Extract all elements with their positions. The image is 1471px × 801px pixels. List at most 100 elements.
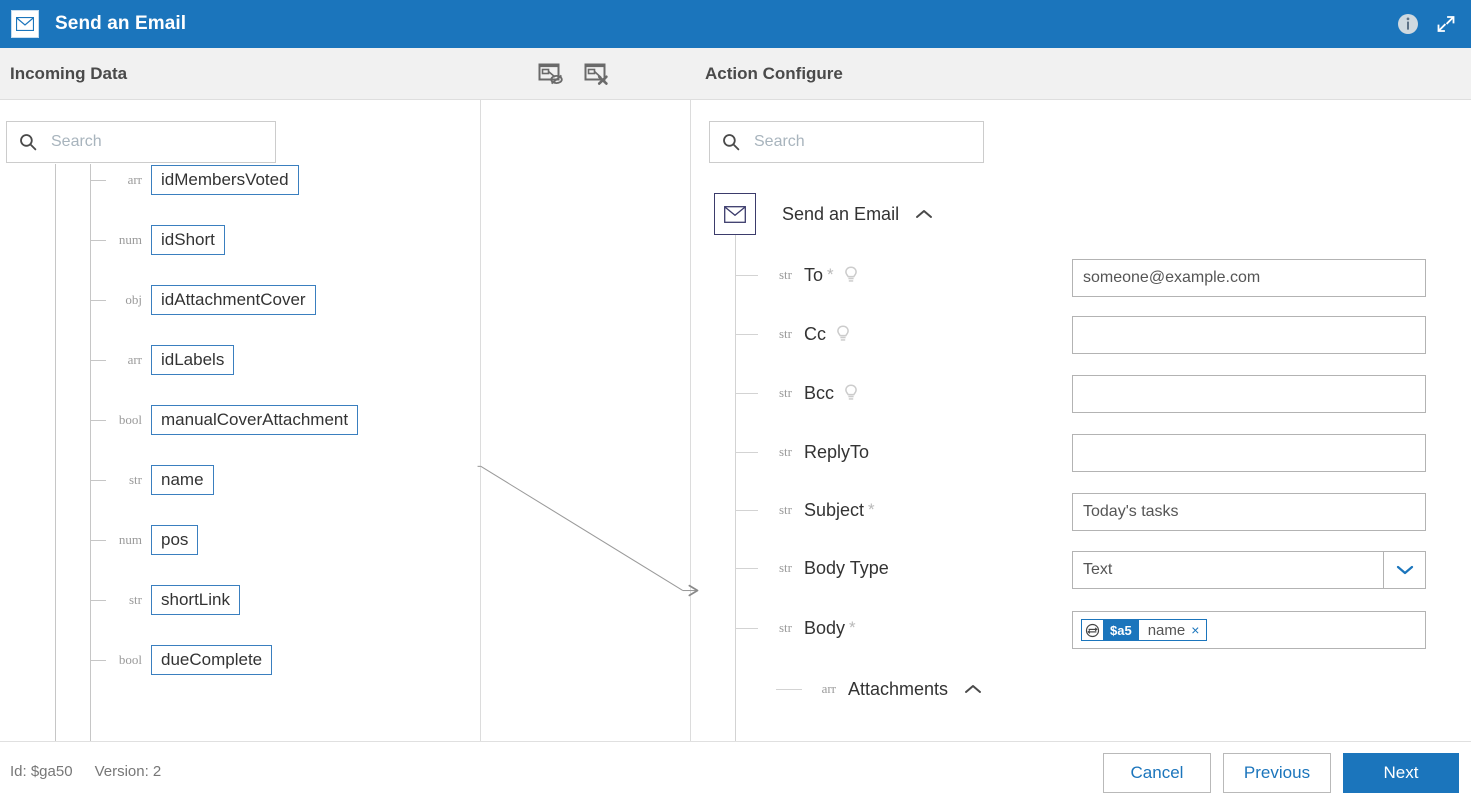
tree-item-label[interactable]: pos [151, 524, 199, 556]
tree-connector [736, 451, 758, 453]
field-row-attachments[interactable]: arr Attachments [776, 669, 982, 709]
incoming-search-input[interactable] [49, 132, 275, 152]
cc-input[interactable] [1072, 316, 1426, 354]
tree-connector [736, 627, 758, 629]
expand-icon[interactable] [1433, 11, 1459, 37]
to-input[interactable] [1072, 259, 1426, 297]
required-marker: * [827, 265, 834, 284]
field-label: To [804, 264, 824, 285]
tree-item-label[interactable]: idMembersVoted [151, 164, 299, 196]
tree-item-shortLink[interactable]: str shortLink [90, 580, 240, 620]
body-type-selected-value: Text [1083, 561, 1113, 578]
hide-mappings-icon[interactable] [536, 59, 566, 89]
envelope-icon [714, 193, 756, 235]
field-label: Attachments [848, 678, 949, 699]
tree-connector [736, 509, 758, 511]
tree-item-type: str [129, 472, 142, 487]
tree-item-label[interactable]: name [151, 464, 214, 496]
mapping-body: arr idMembersVoted num idShort obj idAtt… [0, 100, 1471, 741]
required-marker: * [868, 500, 875, 519]
info-icon[interactable] [1395, 11, 1421, 37]
envelope-icon [11, 10, 39, 38]
tree-item-dueComplete[interactable]: bool dueComplete [90, 640, 273, 680]
incoming-search-box[interactable] [6, 121, 276, 163]
field-type: str [779, 502, 792, 517]
field-row-replyto[interactable]: str ReplyTo [736, 432, 869, 472]
sync-icon [1082, 623, 1103, 638]
delete-mappings-icon[interactable] [582, 59, 612, 89]
tree-item-name[interactable]: str name [90, 460, 214, 500]
field-row-body-type[interactable]: str Body Type [736, 548, 889, 588]
window-titlebar: Send an Email [0, 0, 1471, 48]
flow-id-label: Id: $ga50 [10, 763, 73, 780]
required-marker: * [849, 618, 856, 637]
bcc-input[interactable] [1072, 375, 1426, 413]
tree-connector [736, 333, 758, 335]
tree-connector [736, 567, 758, 569]
tree-connector [90, 239, 106, 241]
field-label: Body Type [804, 557, 889, 578]
footer-metadata: Id: $ga50 Version: 2 [10, 742, 161, 801]
previous-button[interactable]: Previous [1223, 753, 1331, 793]
mapping-connector-canvas [477, 465, 699, 597]
replyto-input[interactable] [1072, 434, 1426, 472]
field-row-to[interactable]: str To * [736, 255, 858, 295]
field-type: str [779, 620, 792, 635]
tree-connector [736, 274, 758, 276]
tree-item-type: str [129, 592, 142, 607]
tree-connector [736, 392, 758, 394]
tree-item-idShort[interactable]: num idShort [90, 220, 225, 260]
tree-connector [90, 299, 106, 301]
titlebar-actions [1395, 0, 1459, 48]
body-type-select[interactable]: Text [1072, 551, 1426, 589]
lightbulb-icon[interactable] [844, 266, 858, 284]
field-row-subject[interactable]: str Subject * [736, 490, 875, 530]
tree-item-idMembersVoted[interactable]: arr idMembersVoted [90, 164, 299, 200]
tree-item-label[interactable]: idAttachmentCover [151, 284, 316, 316]
mapping-token[interactable]: $a5 name × [1081, 619, 1208, 641]
tree-item-manualCoverAttachment[interactable]: bool manualCoverAttachment [90, 400, 359, 440]
cancel-button[interactable]: Cancel [1103, 753, 1211, 793]
chevron-up-icon[interactable] [915, 208, 933, 220]
tree-item-type: num [118, 532, 142, 547]
chevron-down-icon[interactable] [1383, 552, 1425, 588]
chevron-up-icon[interactable] [964, 683, 982, 695]
lightbulb-icon[interactable] [844, 384, 858, 402]
field-label: Body [804, 617, 846, 638]
search-icon [19, 133, 37, 151]
action-node-send-an-email[interactable]: Send an Email [714, 193, 933, 235]
subject-input[interactable] [1072, 493, 1426, 531]
tree-connector [90, 479, 106, 481]
body-token-field[interactable]: $a5 name × [1072, 611, 1426, 649]
field-row-body[interactable]: str Body * [736, 608, 856, 648]
tree-connector [90, 539, 106, 541]
field-row-bcc[interactable]: str Bcc [736, 373, 858, 413]
mapping-toolbar [536, 48, 612, 99]
tree-item-type: bool [118, 652, 142, 667]
next-button[interactable]: Next [1343, 753, 1459, 793]
tree-item-label[interactable]: idShort [151, 224, 225, 256]
panel-subheader: Incoming Data Action Configure [0, 48, 1471, 100]
action-tree-trunk [735, 235, 736, 741]
close-icon[interactable]: × [1191, 622, 1206, 638]
tree-item-idAttachmentCover[interactable]: obj idAttachmentCover [90, 280, 316, 320]
tree-item-label[interactable]: shortLink [151, 584, 240, 616]
incoming-data-title: Incoming Data [10, 63, 128, 83]
lightbulb-icon[interactable] [836, 325, 850, 343]
tree-item-type: bool [118, 412, 142, 427]
window-title: Send an Email [55, 13, 187, 34]
field-label: Bcc [804, 382, 835, 403]
field-row-cc[interactable]: str Cc [736, 314, 850, 354]
tree-item-type: num [118, 232, 142, 247]
tree-item-label[interactable]: manualCoverAttachment [151, 404, 359, 436]
tree-item-idLabels[interactable]: arr idLabels [90, 340, 235, 380]
field-label: Cc [804, 323, 826, 344]
field-type: arr [821, 681, 836, 696]
tree-item-pos[interactable]: num pos [90, 520, 199, 560]
dialog-footer: Id: $ga50 Version: 2 Cancel Previous Nex… [0, 741, 1471, 801]
tree-item-label[interactable]: dueComplete [151, 644, 273, 676]
tree-connector [90, 659, 106, 661]
tree-item-label[interactable]: idLabels [151, 344, 235, 376]
field-type: str [779, 385, 792, 400]
field-type: str [779, 444, 792, 459]
